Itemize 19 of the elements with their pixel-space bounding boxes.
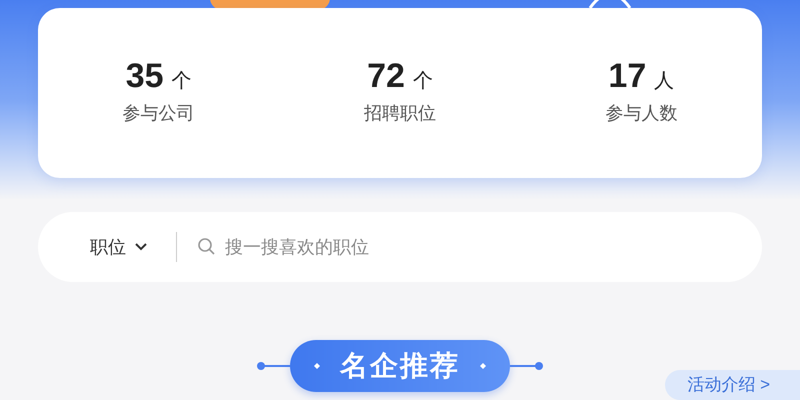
filter-dropdown[interactable]: 职位 <box>90 234 148 260</box>
stat-value: 72 <box>367 59 405 93</box>
connector-line <box>510 361 544 371</box>
stat-unit: 个 <box>412 69 433 94</box>
stat-value: 35 <box>126 59 164 93</box>
diamond-icon <box>314 363 320 369</box>
connector-line <box>256 361 290 371</box>
stat-label: 参与人数 <box>605 102 678 125</box>
stat-unit: 人 <box>654 69 674 94</box>
section-title-text: 名企推荐 <box>340 349 460 383</box>
stat-label: 招聘职位 <box>364 102 436 125</box>
activity-intro-link[interactable]: 活动介绍 > <box>665 370 800 400</box>
diamond-icon <box>480 363 486 369</box>
chevron-down-icon <box>134 242 148 252</box>
stat-unit: 个 <box>172 69 192 94</box>
stat-value: 17 <box>608 59 646 93</box>
search-field[interactable]: 职位 搜一搜喜欢的职位 <box>38 212 762 282</box>
stat-label: 参与公司 <box>122 102 195 125</box>
search-icon <box>197 237 217 257</box>
